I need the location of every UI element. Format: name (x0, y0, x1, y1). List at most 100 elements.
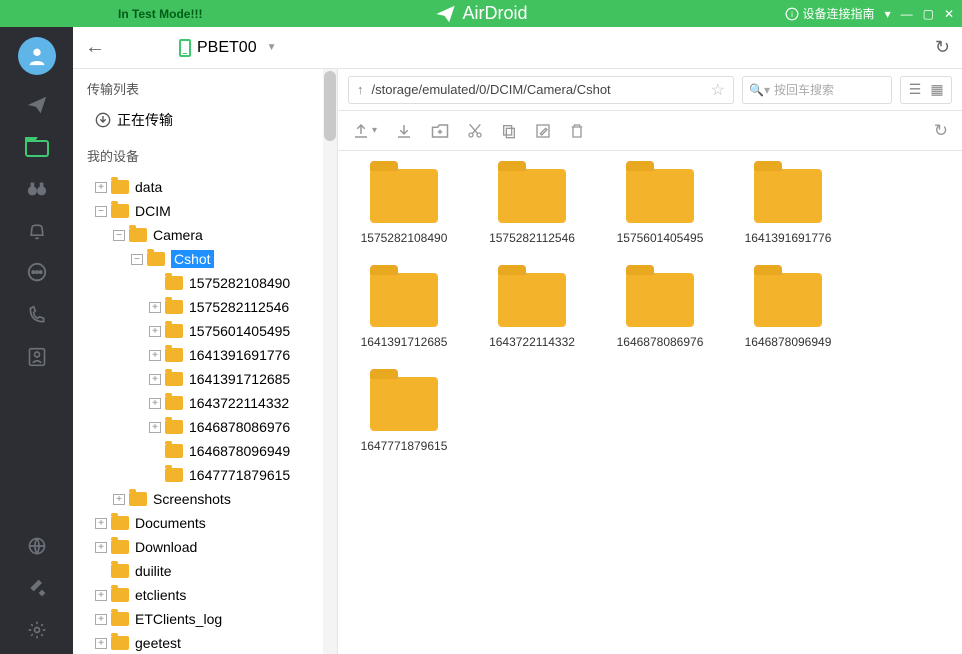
up-arrow-icon[interactable]: ↑ (357, 82, 364, 97)
folder-icon (626, 273, 694, 327)
copy-button[interactable] (501, 122, 517, 140)
expand-icon[interactable]: + (113, 494, 125, 505)
delete-button[interactable] (569, 122, 585, 140)
tree-node[interactable]: +1641391712685 (73, 367, 337, 391)
tree-node[interactable]: +ETClients_log (73, 607, 337, 631)
upload-button[interactable]: ▾ (352, 122, 377, 140)
device-name-label: PBET00 (197, 39, 257, 57)
download-button[interactable] (395, 122, 413, 140)
path-box[interactable]: ↑ /storage/emulated/0/DCIM/Camera/Cshot … (348, 76, 734, 104)
tree-label: Screenshots (153, 491, 231, 507)
tree-node[interactable]: +Documents (73, 511, 337, 535)
tree-label: 1646878086976 (189, 419, 290, 435)
refresh-device-button[interactable]: ↻ (935, 37, 950, 58)
list-view-button[interactable]: ☰ (905, 80, 925, 100)
connection-guide-link[interactable]: i 设备连接指南 (785, 5, 875, 22)
expand-icon[interactable]: + (149, 350, 161, 361)
tree-label: etclients (135, 587, 186, 603)
expand-icon[interactable]: + (149, 302, 161, 313)
folder-icon (111, 636, 129, 650)
expand-icon[interactable]: + (95, 614, 107, 625)
binoculars-icon[interactable] (25, 177, 49, 201)
call-icon[interactable] (25, 303, 49, 327)
avatar[interactable] (18, 37, 56, 75)
collapse-icon[interactable]: − (131, 254, 143, 265)
tools-icon[interactable] (25, 576, 49, 600)
folder-item[interactable]: 1575282108490 (356, 169, 452, 245)
folder-item[interactable]: 1641391712685 (356, 273, 452, 349)
tree-node[interactable]: 1646878096949 (73, 439, 337, 463)
new-folder-button[interactable] (431, 123, 449, 139)
folder-label: 1575601405495 (617, 231, 704, 245)
tree-node[interactable]: −Cshot (73, 247, 337, 271)
folder-item[interactable]: 1646878096949 (740, 273, 836, 349)
tree-node[interactable]: −Camera (73, 223, 337, 247)
edit-button[interactable] (535, 123, 551, 139)
folder-icon (165, 300, 183, 314)
tree-node[interactable]: +data (73, 175, 337, 199)
tree-node[interactable]: +1641391691776 (73, 343, 337, 367)
globe-icon[interactable] (25, 534, 49, 558)
grid-view-button[interactable]: ▦ (927, 80, 947, 100)
expand-icon[interactable]: + (149, 422, 161, 433)
scrollbar-thumb[interactable] (324, 71, 336, 141)
tree-node[interactable]: − DCIM (73, 199, 337, 223)
expand-icon[interactable]: + (95, 542, 107, 553)
folder-label: 1643722114332 (489, 335, 575, 349)
expand-icon[interactable]: + (95, 638, 107, 649)
collapse-icon[interactable]: − (95, 206, 107, 217)
chevron-down-icon: ▼ (267, 42, 277, 53)
contacts-icon[interactable] (25, 345, 49, 369)
folder-item[interactable]: 1643722114332 (484, 273, 580, 349)
folder-item[interactable]: 1575282112546 (484, 169, 580, 245)
expand-icon[interactable]: + (149, 326, 161, 337)
tree-node[interactable]: +1575282112546 (73, 295, 337, 319)
close-button[interactable]: ✕ (944, 7, 954, 21)
settings-icon[interactable] (25, 618, 49, 642)
tree-node[interactable]: 1647771879615 (73, 463, 337, 487)
tree-node[interactable]: + etclients (73, 583, 337, 607)
minimize-button[interactable]: — (901, 7, 913, 21)
expand-icon[interactable]: + (95, 518, 107, 529)
tree-node[interactable]: +1575601405495 (73, 319, 337, 343)
refresh-files-button[interactable]: ↻ (934, 121, 948, 141)
files-icon[interactable] (25, 135, 49, 159)
user-icon (26, 45, 48, 67)
maximize-button[interactable]: ▢ (923, 7, 934, 21)
app-logo: AirDroid (434, 3, 527, 25)
folder-icon (165, 468, 183, 482)
expand-icon[interactable]: + (95, 182, 107, 193)
tree-node[interactable]: 1575282108490 (73, 271, 337, 295)
cut-button[interactable] (467, 122, 483, 140)
tree-node[interactable]: +1646878086976 (73, 415, 337, 439)
send-icon[interactable] (25, 93, 49, 117)
expand-icon[interactable]: + (95, 590, 107, 601)
tree-node[interactable]: + Screenshots (73, 487, 337, 511)
favorite-star-icon[interactable]: ☆ (711, 80, 725, 100)
folder-item[interactable]: 1646878086976 (612, 273, 708, 349)
tree-panel: 传输列表 正在传输 我的设备 +data−DCIM−Camera−Cshot15… (73, 69, 338, 654)
tree-label: DCIM (135, 203, 171, 219)
back-button[interactable]: ← (85, 36, 105, 59)
collapse-icon[interactable]: − (113, 230, 125, 241)
folder-item[interactable]: 1647771879615 (356, 377, 452, 453)
folder-item[interactable]: 1641391691776 (740, 169, 836, 245)
search-box[interactable]: 🔍▾ 按回车搜索 (742, 76, 892, 104)
scrollbar-track[interactable] (323, 69, 337, 654)
tree-node[interactable]: duilite (73, 559, 337, 583)
expand-icon[interactable]: + (149, 374, 161, 385)
device-selector[interactable]: PBET00 ▼ (179, 39, 277, 57)
minimize-to-tray-button[interactable]: ▾ (885, 7, 891, 21)
folder-item[interactable]: 1575601405495 (612, 169, 708, 245)
message-icon[interactable] (25, 261, 49, 285)
tree-node[interactable]: +1643722114332 (73, 391, 337, 415)
tree-node[interactable]: +geetest (73, 631, 337, 654)
tree-label: 1646878096949 (189, 443, 290, 459)
tree-node[interactable]: +Download (73, 535, 337, 559)
bell-icon[interactable] (25, 219, 49, 243)
folder-icon (754, 169, 822, 223)
expand-icon[interactable]: + (149, 398, 161, 409)
tree-label: 1575282108490 (189, 275, 290, 291)
transferring-row[interactable]: 正在传输 (73, 104, 337, 140)
svg-text:i: i (791, 9, 793, 18)
